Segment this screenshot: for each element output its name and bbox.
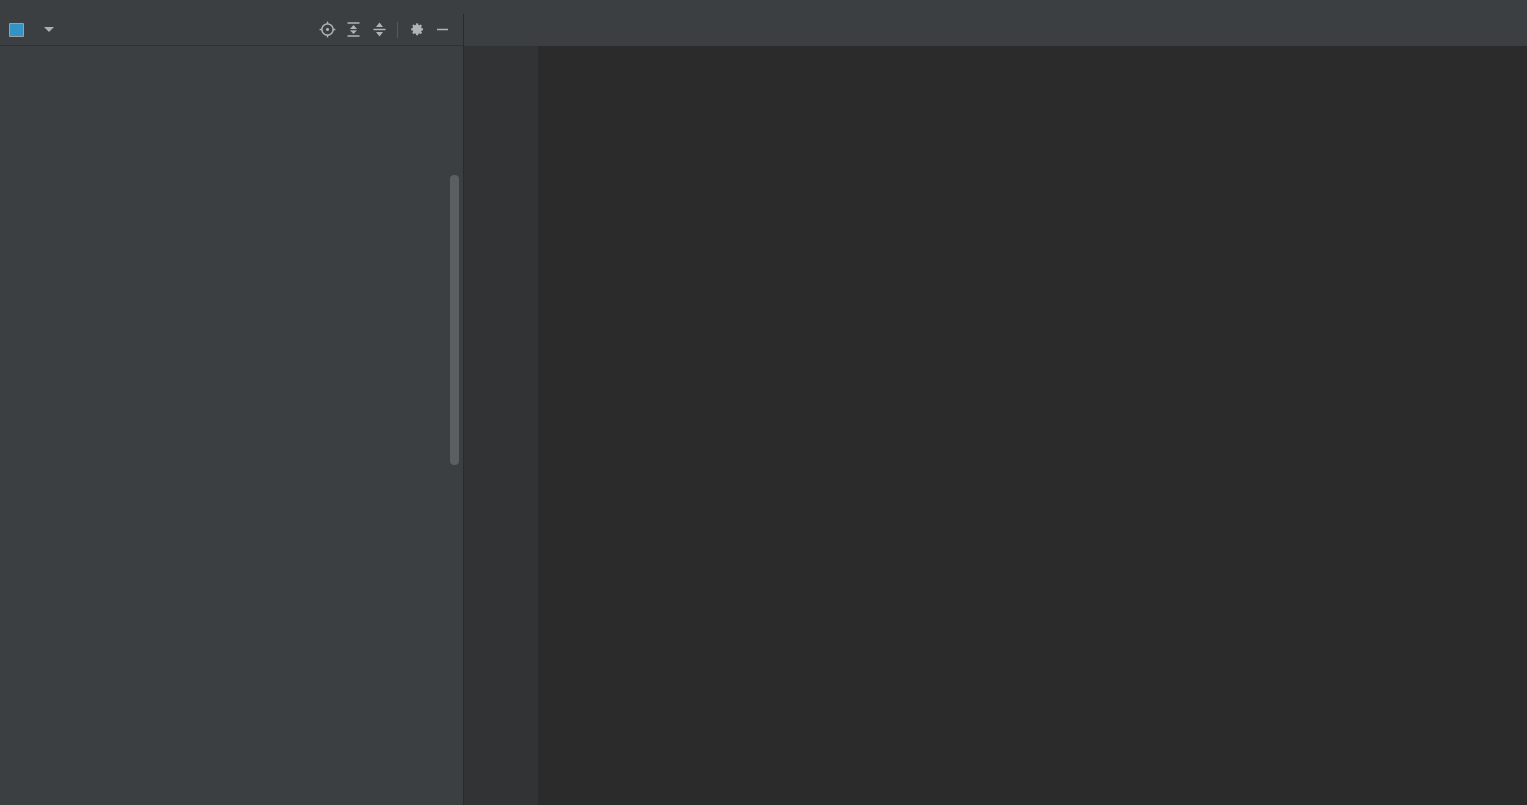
project-window-icon xyxy=(9,22,24,37)
breadcrumb[interactable] xyxy=(0,0,1527,14)
code-content[interactable] xyxy=(538,46,1527,805)
expand-all-icon[interactable] xyxy=(340,17,366,43)
editor-tab-bar[interactable] xyxy=(464,14,1527,46)
project-tree[interactable] xyxy=(0,46,463,805)
project-panel-header xyxy=(0,14,463,46)
chevron-down-icon[interactable] xyxy=(44,27,54,32)
project-panel-toolbar xyxy=(314,17,463,43)
settings-gear-icon[interactable] xyxy=(403,17,429,43)
hide-panel-icon[interactable] xyxy=(429,17,455,43)
collapse-all-icon[interactable] xyxy=(366,17,392,43)
editor-gutter[interactable] xyxy=(464,46,538,805)
toolbar-divider xyxy=(397,21,398,38)
code-editor[interactable] xyxy=(464,46,1527,805)
project-tree-scrollbar[interactable] xyxy=(450,175,459,465)
project-panel-title-group[interactable] xyxy=(0,22,54,37)
select-opened-file-icon[interactable] xyxy=(314,17,340,43)
